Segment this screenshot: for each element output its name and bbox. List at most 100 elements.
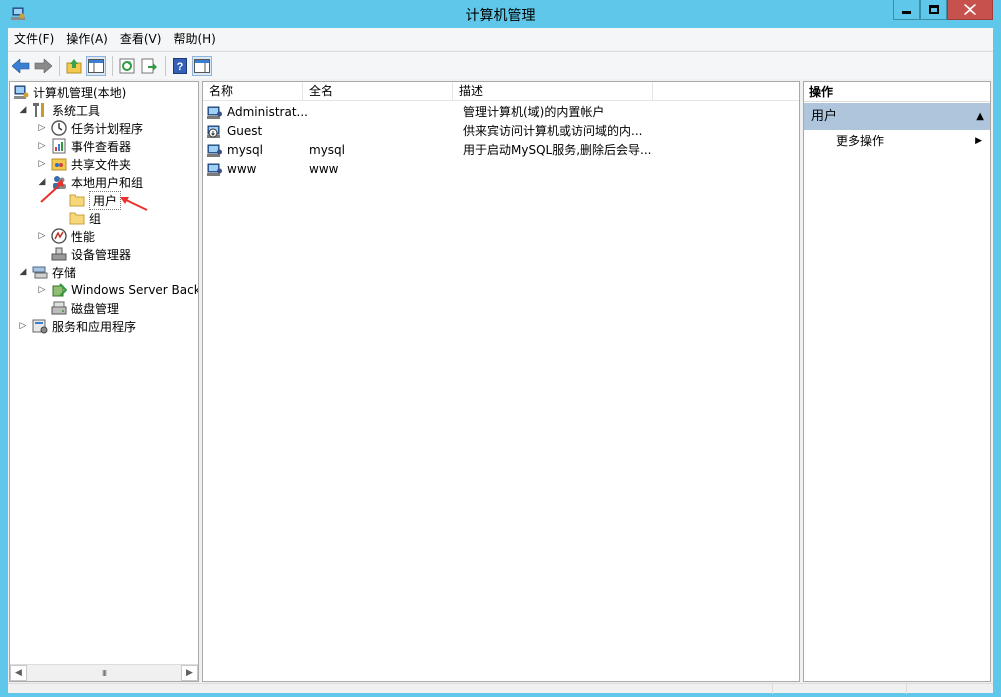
refresh-icon (119, 58, 135, 73)
tree-node-system-tools[interactable]: ◢ 系统工具 (18, 101, 100, 119)
expand-arrow-icon[interactable]: ▷ (37, 123, 47, 133)
clock-icon (51, 120, 67, 136)
window-title: 计算机管理 (465, 8, 536, 24)
user-icon (207, 161, 223, 177)
expand-arrow-icon[interactable]: ▷ (37, 285, 47, 295)
collapse-caret-icon[interactable]: ▲ (976, 103, 984, 130)
forward-icon (34, 58, 52, 73)
table-row[interactable]: mysql mysql 用于启动MySQL服务,删除后会导... (203, 140, 799, 159)
table-row[interactable]: Guest 供来宾访问计算机或访问域的内... (203, 121, 799, 140)
collapse-arrow-icon[interactable]: ◢ (18, 105, 28, 115)
tree-label-task-scheduler: 任务计划程序 (71, 121, 144, 136)
show-hide-tree-button[interactable] (86, 55, 106, 76)
maximize-icon (928, 5, 939, 14)
maximize-button[interactable] (920, 0, 947, 20)
tools-icon (32, 102, 48, 118)
submenu-arrow-icon: ▶ (975, 136, 982, 146)
actions-title: 操作 (804, 82, 990, 102)
device-manager-icon (51, 246, 67, 262)
column-header-name[interactable]: 名称 (203, 82, 303, 101)
back-button[interactable] (11, 56, 31, 76)
users-groups-icon (51, 174, 67, 190)
toolbar: ? (8, 51, 993, 79)
minimize-button[interactable] (893, 0, 920, 20)
more-actions-label: 更多操作 (836, 134, 885, 148)
help-button[interactable]: ? (170, 56, 190, 76)
tree-label-device-manager: 设备管理器 (71, 247, 132, 262)
tree-node-local-users-groups[interactable]: ◢ 本地用户和组 (37, 173, 143, 191)
tree-node-services-apps[interactable]: ▷ 服务和应用程序 (18, 317, 136, 335)
expand-arrow-icon[interactable]: ▷ (37, 141, 47, 151)
refresh-button[interactable] (117, 56, 137, 76)
computer-management-icon (13, 84, 29, 100)
tree-label-system-tools: 系统工具 (52, 103, 101, 118)
storage-icon (32, 264, 48, 280)
forward-button[interactable] (33, 56, 53, 76)
cell-name: Guest (227, 123, 263, 138)
show-hide-action-pane-icon (194, 58, 210, 73)
event-viewer-icon (51, 138, 67, 154)
window-frame: 文件(F) 操作(A) 查看(V) 帮助(H) ? 计算机管理(本地) ◢ 系统… (8, 28, 993, 694)
expand-arrow-icon[interactable]: ▷ (18, 321, 28, 331)
column-header-fullname[interactable]: 全名 (303, 82, 453, 101)
tree-node-disk-management[interactable]: 磁盘管理 (51, 299, 119, 317)
folder-icon (69, 192, 85, 208)
performance-icon (51, 228, 67, 244)
cell-name: Administrat... (227, 104, 308, 119)
cell-description: 供来宾访问计算机或访问域的内... (463, 124, 643, 138)
table-row[interactable]: Administrat... 管理计算机(域)的内置帐户 (203, 102, 799, 121)
tree-node-performance[interactable]: ▷ 性能 (37, 227, 95, 245)
show-hide-action-pane-button[interactable] (192, 55, 212, 76)
status-bar (8, 683, 993, 694)
export-list-button[interactable] (139, 56, 159, 76)
tree-horizontal-scrollbar[interactable]: ◀ III ▶ (10, 664, 198, 681)
backup-icon (51, 282, 67, 298)
tree-node-shared-folders[interactable]: ▷ 共享文件夹 (37, 155, 131, 173)
actions-section-users[interactable]: 用户 ▲ (804, 103, 990, 130)
close-button[interactable] (947, 0, 993, 20)
menu-action[interactable]: 操作(A) (60, 28, 114, 50)
column-header-description[interactable]: 描述 (453, 82, 653, 101)
user-icon (207, 142, 223, 158)
menu-file[interactable]: 文件(F) (8, 28, 60, 50)
tree-label-users: 用户 (89, 190, 122, 210)
tree-label-windows-server-backup: Windows Server Back (71, 283, 199, 297)
tree-label-shared-folders: 共享文件夹 (71, 157, 132, 172)
scroll-left-arrow-icon[interactable]: ◀ (10, 665, 27, 681)
tree-node-users[interactable]: 用户 (69, 190, 122, 210)
collapse-arrow-icon[interactable]: ◢ (37, 177, 47, 187)
title-bar: 计算机管理 (0, 0, 1001, 28)
actions-section-label: 用户 (811, 109, 838, 124)
tree-node-device-manager[interactable]: 设备管理器 (51, 245, 131, 263)
tree-node-windows-server-backup[interactable]: ▷ Windows Server Back (37, 281, 199, 299)
tree-label-root: 计算机管理(本地) (33, 85, 127, 100)
cell-description: 管理计算机(域)的内置帐户 (463, 105, 605, 119)
table-row[interactable]: www www (203, 159, 799, 178)
expand-arrow-icon[interactable]: ▷ (37, 159, 47, 169)
expand-arrow-icon[interactable]: ▷ (37, 231, 47, 241)
window-controls (893, 0, 993, 21)
back-icon (12, 58, 30, 73)
up-level-button[interactable] (64, 56, 84, 76)
more-actions-item[interactable]: 更多操作 ▶ (804, 131, 990, 151)
tree-node-root[interactable]: 计算机管理(本地) (13, 83, 126, 101)
minimize-icon (902, 11, 911, 14)
status-divider (772, 684, 773, 694)
tree-node-storage[interactable]: ◢ 存储 (18, 263, 76, 281)
toolbar-separator (165, 55, 166, 76)
console-tree-pane[interactable]: 计算机管理(本地) ◢ 系统工具 ▷ 任务计划程序 ▷ 事件查看器 ▷ 共享文件… (9, 81, 199, 682)
disk-management-icon (51, 300, 67, 316)
collapse-arrow-icon[interactable]: ◢ (18, 267, 28, 277)
tree-node-task-scheduler[interactable]: ▷ 任务计划程序 (37, 119, 143, 137)
help-icon: ? (173, 57, 187, 74)
scroll-right-arrow-icon[interactable]: ▶ (180, 665, 198, 681)
user-list-pane[interactable]: 名称 全名 描述 Administrat... 管理计算机(域)的内置帐户 Gu… (202, 81, 800, 682)
tree-node-groups[interactable]: 组 (69, 209, 101, 227)
cell-name: mysql (227, 142, 263, 157)
tree-node-event-viewer[interactable]: ▷ 事件查看器 (37, 137, 131, 155)
scroll-grip[interactable]: III (102, 669, 107, 678)
menu-help[interactable]: 帮助(H) (167, 28, 221, 50)
tree-label-groups: 组 (89, 211, 102, 226)
tree-label-event-viewer: 事件查看器 (71, 139, 132, 154)
menu-view[interactable]: 查看(V) (114, 28, 168, 50)
